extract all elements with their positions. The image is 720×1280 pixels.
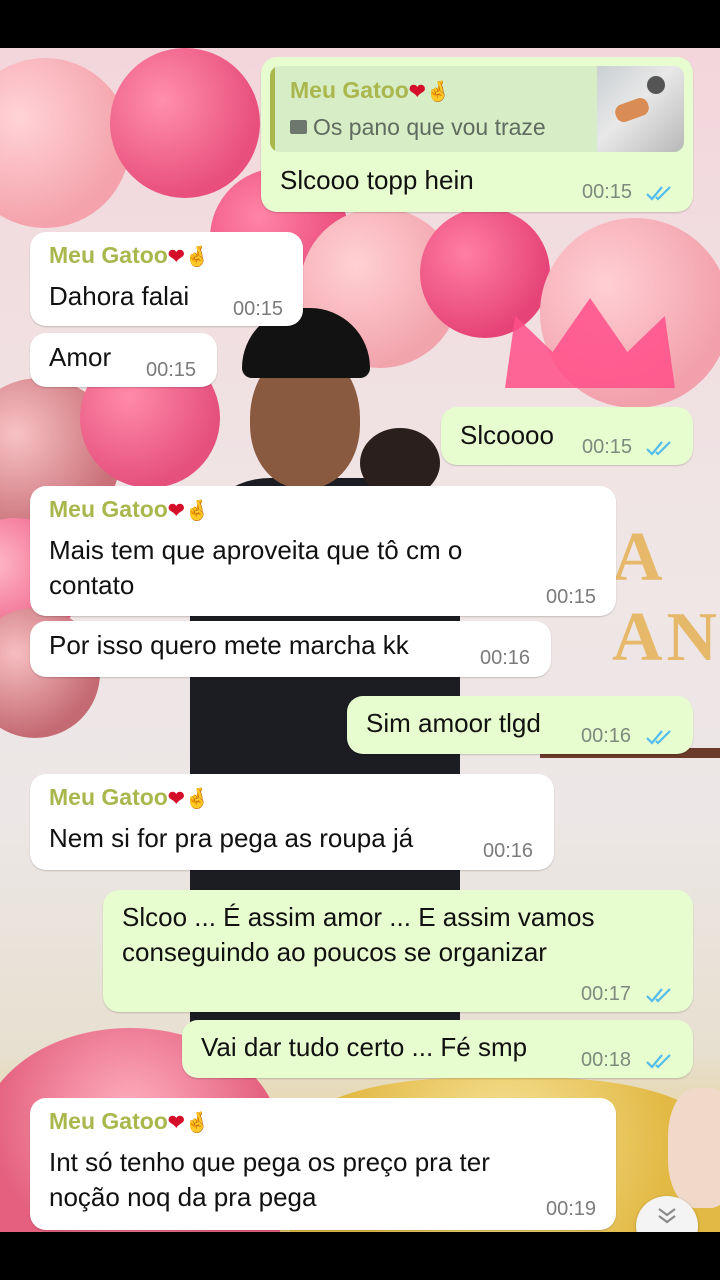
read-receipt-icon [645, 986, 675, 1004]
photo-icon [290, 119, 307, 134]
quoted-sender: Meu Gatoo❤🤞 [290, 77, 451, 103]
message-text: Sim amoor tlgd [366, 708, 541, 738]
message-text: Vai dar tudo certo ... Fé smp [201, 1032, 528, 1062]
message-bubble-incoming[interactable]: Por isso quero mete marcha kk 00:16 [30, 621, 551, 677]
heart-emoji: ❤ [167, 788, 185, 810]
message-time: 00:15 [582, 436, 633, 458]
message-bubble-incoming[interactable]: Meu Gatoo❤🤞 Nem si for pra pega as roupa… [30, 774, 554, 870]
message-text-line: Mais tem que aproveita que tô cm o [49, 535, 463, 565]
wallpaper-bear [668, 1088, 720, 1208]
message-time: 00:16 [480, 647, 531, 669]
crossed-fingers-emoji: 🤞 [184, 246, 210, 268]
read-receipt-icon [645, 439, 675, 457]
message-text: Slcoooo [460, 420, 554, 450]
navigation-bar [0, 1232, 720, 1280]
sender-name: Meu Gatoo❤🤞 [49, 784, 210, 810]
read-receipt-icon [645, 728, 675, 746]
double-chevron-down-icon [655, 1206, 679, 1227]
message-bubble-outgoing[interactable]: Meu Gatoo❤🤞 Os pano que vou traze Slcooo… [261, 57, 693, 212]
heart-emoji: ❤ [167, 1112, 185, 1134]
message-bubble-outgoing[interactable]: Sim amoor tlgd 00:16 [347, 696, 693, 754]
message-bubble-incoming[interactable]: Meu Gatoo❤🤞 Dahora falai 00:15 [30, 232, 303, 326]
crossed-fingers-emoji: 🤞 [184, 500, 210, 522]
sender-name: Meu Gatoo❤🤞 [49, 496, 210, 522]
message-time: 00:17 [581, 983, 632, 1005]
message-text-line: noção noq da pra pega [49, 1182, 317, 1212]
message-time: 00:15 [233, 298, 284, 320]
wallpaper-balloon [0, 58, 130, 228]
message-text: Amor [49, 342, 112, 372]
message-bubble-incoming[interactable]: Meu Gatoo❤🤞 Int só tenho que pega os pre… [30, 1098, 616, 1230]
message-bubble-incoming[interactable]: Meu Gatoo❤🤞 Mais tem que aproveita que t… [30, 486, 616, 616]
crossed-fingers-emoji: 🤞 [184, 788, 210, 810]
message-time: 00:18 [581, 1049, 632, 1071]
message-text-line: contato [49, 570, 135, 600]
read-receipt-icon [645, 184, 675, 202]
message-text-line: Int só tenho que pega os preço pra ter [49, 1147, 490, 1177]
message-time: 00:15 [582, 181, 633, 203]
heart-emoji: ❤ [408, 81, 426, 103]
message-text: Por isso quero mete marcha kk [49, 630, 409, 660]
quote-accent-bar [270, 66, 275, 152]
status-bar [0, 0, 720, 48]
message-bubble-outgoing[interactable]: Slcoo ... É assim amor ... E assim vamos… [103, 890, 693, 1012]
message-text-line: Slcoo ... É assim amor ... E assim vamos [122, 902, 595, 932]
heart-emoji: ❤ [167, 246, 185, 268]
message-time: 00:16 [581, 725, 632, 747]
read-receipt-icon [645, 1052, 675, 1070]
message-time: 00:19 [546, 1198, 597, 1220]
sender-name: Meu Gatoo❤🤞 [49, 1108, 210, 1134]
sender-name: Meu Gatoo❤🤞 [49, 242, 210, 268]
message-text: Nem si for pra pega as roupa já [49, 823, 414, 853]
message-time: 00:15 [546, 586, 597, 608]
message-text-line: conseguindo ao poucos se organizar [122, 937, 547, 967]
crossed-fingers-emoji: 🤞 [425, 81, 451, 103]
message-bubble-outgoing[interactable]: Vai dar tudo certo ... Fé smp 00:18 [182, 1020, 693, 1078]
wallpaper-banner-text: AANNA [612, 519, 720, 676]
message-bubble-incoming[interactable]: Amor 00:15 [30, 333, 217, 387]
heart-emoji: ❤ [167, 500, 185, 522]
quoted-text: Os pano que vou traze [290, 114, 546, 141]
message-time: 00:15 [146, 359, 197, 381]
quoted-image-thumbnail[interactable] [597, 66, 684, 152]
quoted-message[interactable]: Meu Gatoo❤🤞 Os pano que vou traze [270, 66, 684, 152]
crossed-fingers-emoji: 🤞 [184, 1112, 210, 1134]
message-time: 00:16 [483, 840, 534, 862]
wallpaper-balloon [110, 48, 260, 198]
message-bubble-outgoing[interactable]: Slcoooo 00:15 [441, 407, 693, 465]
message-text: Dahora falai [49, 281, 190, 311]
message-text: Slcooo topp hein [280, 165, 474, 195]
